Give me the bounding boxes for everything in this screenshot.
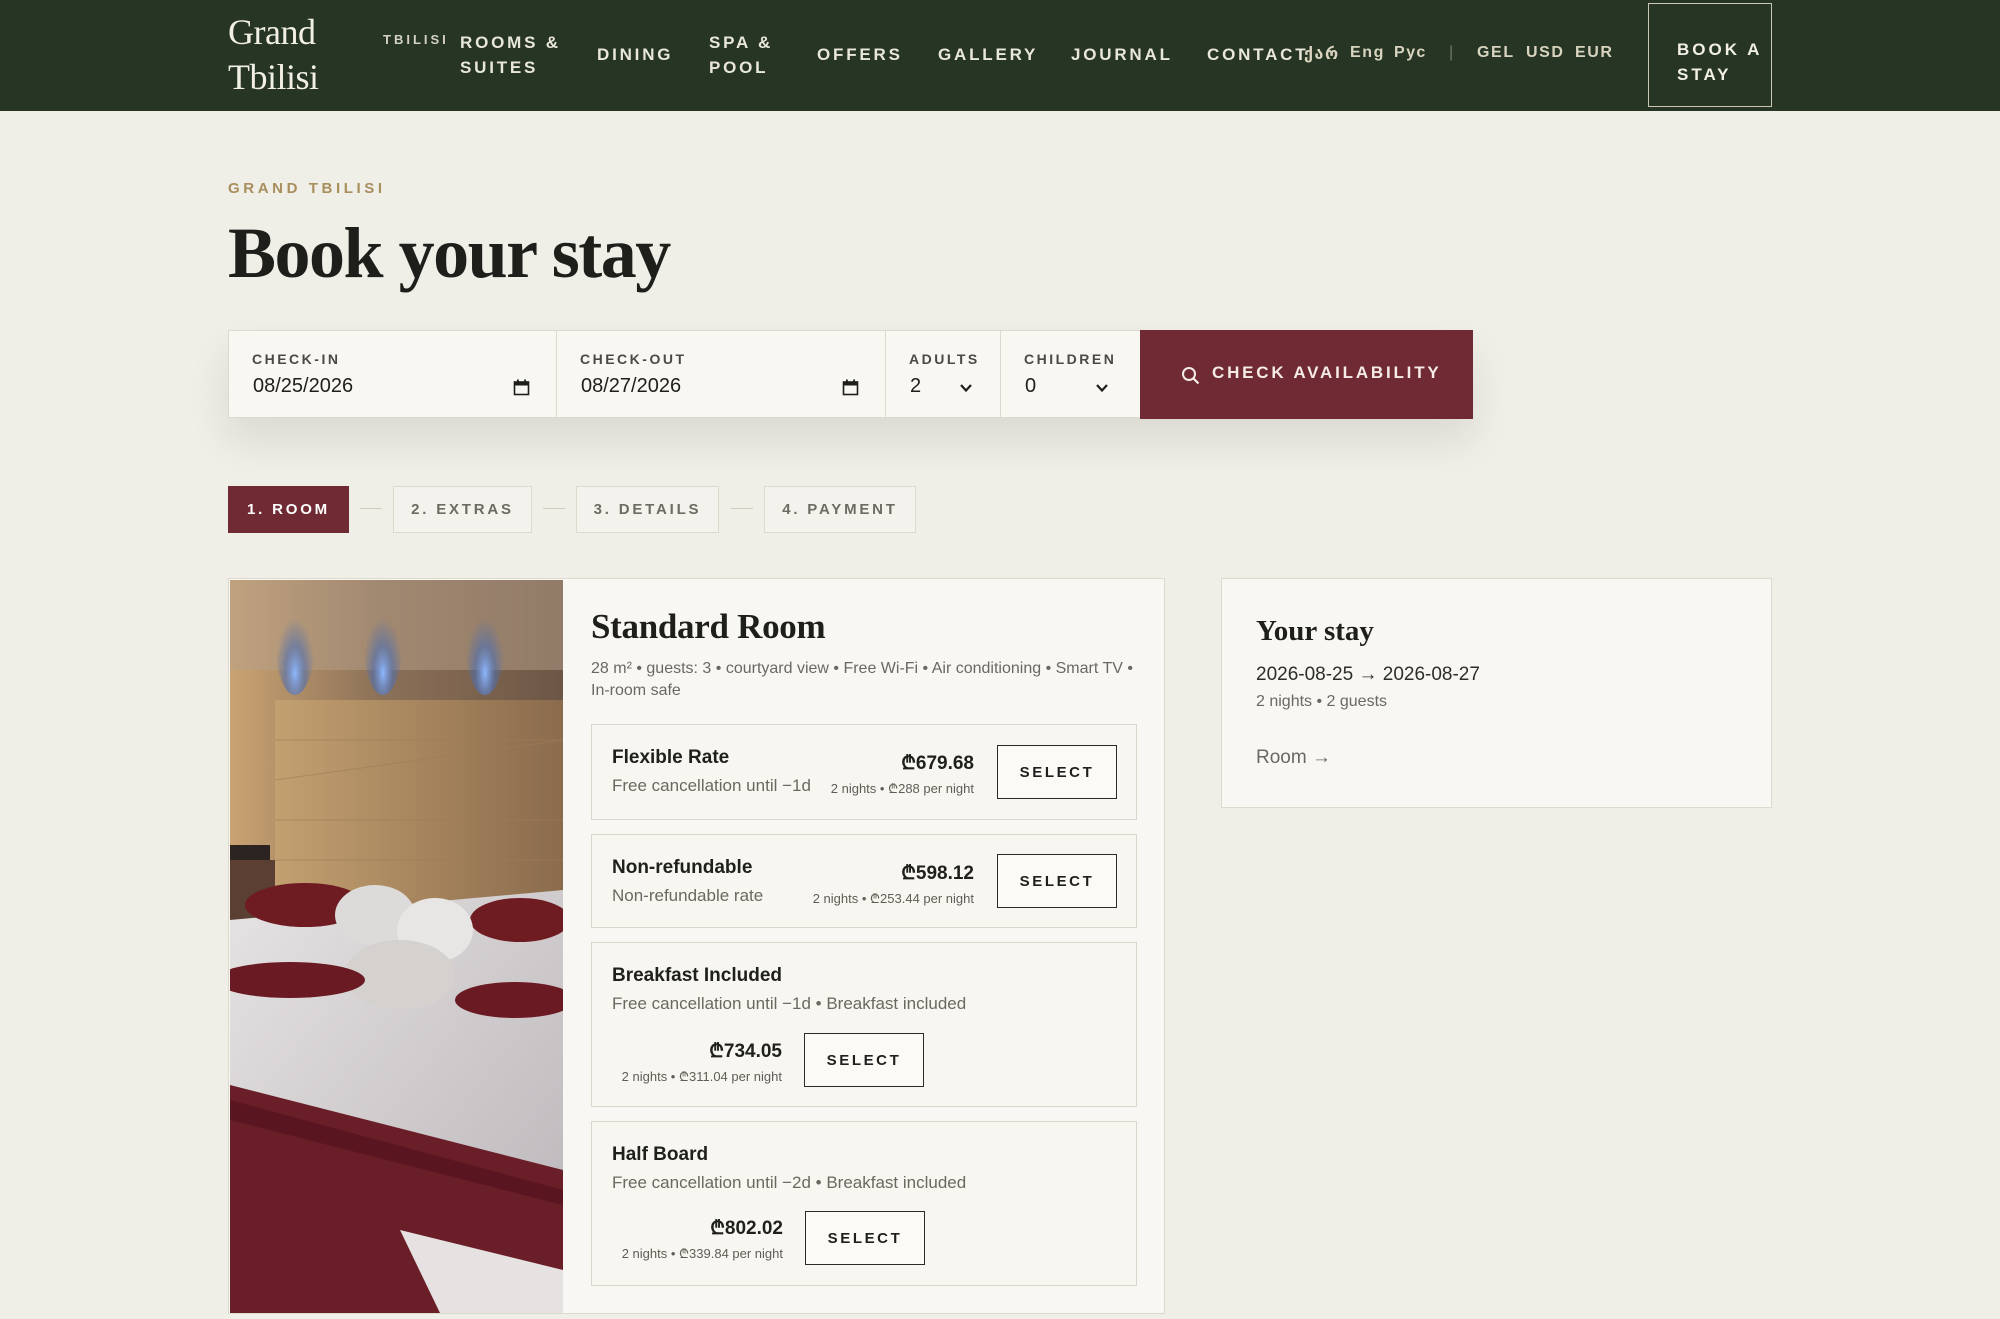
rate-conditions: Free cancellation until −2d • Breakfast … (612, 1173, 967, 1192)
stay-summary-panel: Your stay 2026-08-25 → 2026-08-27 2 nigh… (1221, 578, 1772, 808)
summary-nights-guests: 2 nights • 2 guests (1256, 693, 1388, 710)
rate-total-price: ₾598.12 (901, 863, 974, 884)
rate-nightly-price: 2 nights • ₾339.84 per night (621, 1246, 783, 1261)
currency-gel[interactable]: GEL (1477, 44, 1515, 62)
language-currency-divider: | (1449, 44, 1454, 61)
children-select[interactable]: CHILDREN 0 (1001, 331, 1140, 417)
book-a-stay-button[interactable]: BOOK A STAY (1648, 3, 1772, 107)
nav-offers[interactable]: OFFERS (817, 42, 903, 67)
room-amenities: 28 m² • guests: 3 • courtyard view • Fre… (591, 660, 1133, 699)
checkout-label: CHECK-OUT (580, 351, 687, 367)
adults-value[interactable]: 2 (910, 375, 921, 398)
room-photo-illustration (230, 580, 563, 1313)
brand-line-1: Grand (228, 12, 316, 52)
rate-conditions: Non-refundable rate (612, 886, 764, 905)
select-rate-button[interactable]: SELECT (804, 1033, 924, 1087)
rate-total-price: ₾679.68 (901, 753, 974, 774)
calendar-icon[interactable] (513, 379, 530, 396)
checkin-input[interactable]: 08/25/2026 (253, 375, 353, 398)
nav-tbilisi[interactable]: TBILISI (383, 27, 449, 52)
room-photo (230, 580, 563, 1313)
step-extras[interactable]: 2. EXTRAS (393, 486, 532, 533)
checkout-input[interactable]: 08/27/2026 (581, 375, 681, 398)
summary-room-link[interactable]: Room → (1256, 747, 1331, 769)
brand-logo[interactable]: Grand Tbilisi (228, 10, 338, 100)
step-payment[interactable]: 4. PAYMENT (764, 486, 916, 533)
nav-spa-pool[interactable]: SPA & POOL (709, 30, 789, 80)
rate-option-half-board: Half Board Free cancellation until −2d •… (591, 1121, 1137, 1286)
step-connector (731, 508, 753, 509)
children-label: CHILDREN (1024, 351, 1117, 367)
rate-name: Flexible Rate (612, 747, 730, 768)
check-availability-button[interactable]: CHECK AVAILABILITY (1140, 330, 1473, 419)
step-room[interactable]: 1. ROOM (228, 486, 349, 533)
nav-gallery[interactable]: GALLERY (938, 42, 1038, 67)
top-navigation-bar: Grand Tbilisi TBILISI ROOMS & SUITES DIN… (0, 0, 2000, 111)
nav-journal[interactable]: JOURNAL (1071, 42, 1173, 67)
children-value[interactable]: 0 (1025, 375, 1036, 398)
check-availability-label: CHECK AVAILABILITY (1212, 363, 1442, 382)
select-rate-button[interactable]: SELECT (805, 1211, 925, 1265)
brand-line-2: Tbilisi (228, 57, 319, 97)
step-connector (360, 508, 382, 509)
rate-name: Half Board (612, 1144, 709, 1165)
currency-eur[interactable]: EUR (1575, 44, 1614, 62)
search-icon (1182, 367, 1200, 385)
rate-option-flexible: Flexible Rate Free cancellation until −1… (591, 724, 1137, 820)
checkout-field[interactable]: CHECK-OUT 08/27/2026 (557, 331, 886, 417)
currency-usd[interactable]: USD (1526, 44, 1565, 62)
nav-rooms-suites[interactable]: ROOMS & SUITES (460, 30, 570, 80)
rate-option-breakfast-included: Breakfast Included Free cancellation unt… (591, 942, 1137, 1107)
language-english[interactable]: Eng (1350, 44, 1385, 62)
nav-contact[interactable]: CONTACT (1207, 42, 1308, 67)
room-name: Standard Room (591, 607, 826, 646)
rate-total-price: ₾802.02 (710, 1218, 783, 1239)
select-rate-button[interactable]: SELECT (997, 854, 1117, 908)
chevron-down-icon[interactable] (959, 381, 973, 395)
checkin-label: CHECK-IN (252, 351, 341, 367)
adults-label: ADULTS (909, 351, 980, 367)
rate-total-price: ₾734.05 (709, 1041, 782, 1062)
summary-title: Your stay (1256, 615, 1374, 647)
room-card-standard: Standard Room 28 m² • guests: 3 • courty… (228, 578, 1165, 1314)
step-connector (543, 508, 565, 509)
summary-dates: 2026-08-25 → 2026-08-27 (1256, 664, 1480, 685)
chevron-down-icon[interactable] (1095, 381, 1109, 395)
rate-name: Non-refundable (612, 857, 753, 878)
step-details[interactable]: 3. DETAILS (576, 486, 719, 533)
rate-nightly-price: 2 nights • ₾253.44 per night (812, 891, 974, 906)
calendar-icon[interactable] (842, 379, 859, 396)
rate-conditions: Free cancellation until −1d (612, 776, 811, 795)
rate-nightly-price: 2 nights • ₾311.04 per night (621, 1069, 782, 1084)
language-georgian[interactable]: ქარ (1304, 44, 1340, 64)
page-title: Book your stay (228, 213, 671, 293)
eyebrow-label: GRAND TBILISI (228, 180, 386, 197)
rate-option-non-refundable: Non-refundable Non-refundable rate ₾598.… (591, 834, 1137, 928)
select-rate-button[interactable]: SELECT (997, 745, 1117, 799)
language-russian[interactable]: Рус (1394, 44, 1427, 62)
adults-select[interactable]: ADULTS 2 (886, 331, 1001, 417)
rate-name: Breakfast Included (612, 965, 782, 986)
rate-nightly-price: 2 nights • ₾288 per night (830, 781, 974, 796)
nav-dining[interactable]: DINING (597, 42, 673, 67)
checkin-field[interactable]: CHECK-IN 08/25/2026 (229, 331, 557, 417)
availability-search-bar: CHECK-IN 08/25/2026 CHECK-OUT 08/27/2026… (228, 330, 1473, 419)
rate-conditions: Free cancellation until −1d • Breakfast … (612, 994, 967, 1013)
